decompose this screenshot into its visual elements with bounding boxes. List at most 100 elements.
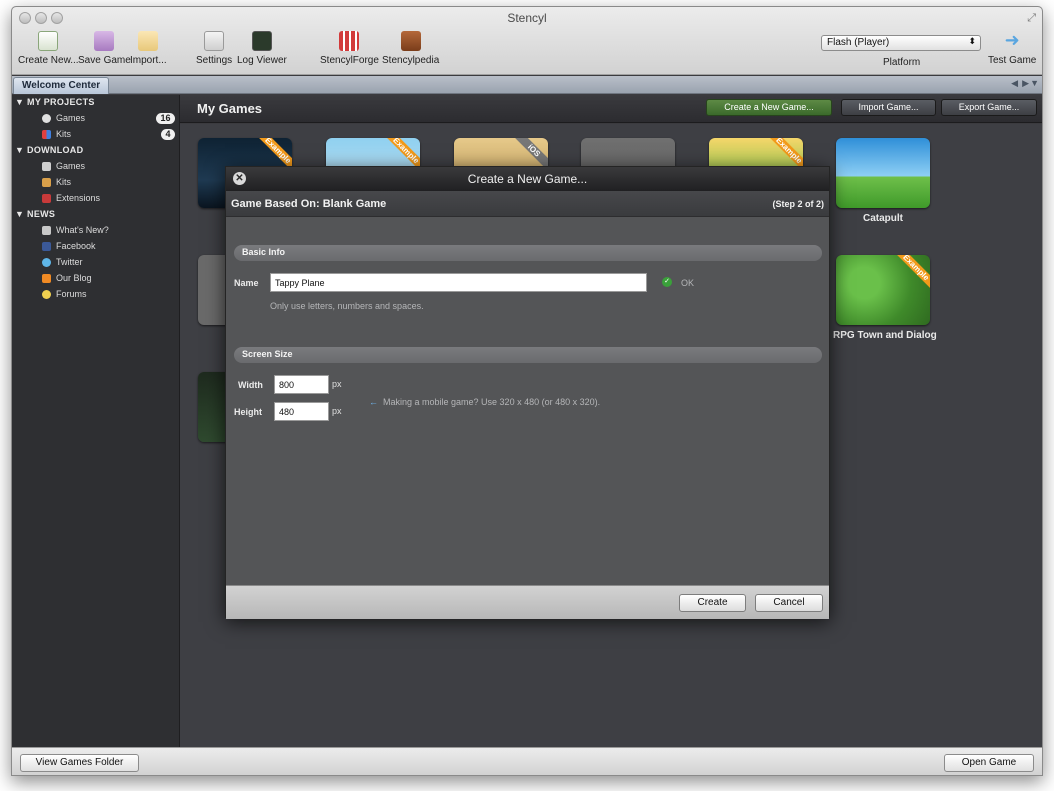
test-game-label: Test Game [988,55,1037,66]
create-new-label: Create New... [18,55,79,66]
kits-count-badge: 4 [161,129,175,140]
page-title: My Games [197,101,263,116]
sidebar-item-kits[interactable]: Kits [42,129,71,139]
sidebar-item-facebook[interactable]: Facebook [42,241,96,251]
tab-welcome-center[interactable]: Welcome Center [13,77,110,94]
game-title: Catapult [863,213,903,224]
disk-icon [94,31,115,51]
settings-label: Settings [196,55,233,66]
book-icon [400,31,421,51]
check-icon: ✓ [662,277,672,287]
settings-button[interactable]: Settings [196,31,232,66]
new-document-icon [38,31,59,51]
height-unit: px [332,406,342,416]
kits-icon [42,129,51,139]
example-ribbon: Example [891,255,930,292]
tab-menu-icon[interactable]: ▼ [1030,78,1039,88]
height-input[interactable] [274,402,329,421]
sidebar-item-forums[interactable]: Forums [42,289,87,299]
create-button[interactable]: Create [679,594,746,612]
sidebar-item-extensions[interactable]: Extensions [42,193,100,203]
step-indicator: (Step 2 of 2) [772,199,824,209]
name-label: Name [234,278,259,288]
tab-next-icon[interactable]: ▶ [1022,78,1029,89]
sidebar-item-download-games[interactable]: Games [42,161,85,171]
sidebar-item-label: What's New? [56,225,109,235]
mobile-size-hint: Making a mobile game? Use 320 x 480 (or … [383,397,601,407]
stencylpedia-label: Stencylpedia [382,55,440,66]
sidebar-item-blog[interactable]: Our Blog [42,273,92,283]
fullscreen-icon[interactable]: ⤢ [1027,12,1036,25]
section-label: DOWNLOAD [27,145,84,155]
sidebar-section-download[interactable]: ▼ DOWNLOAD [15,145,83,155]
sidebar-item-whats-new[interactable]: What's New? [42,225,109,235]
platform-select[interactable]: Flash (Player) ⬍ [821,35,981,51]
sidebar-section-news[interactable]: ▼ NEWS [15,209,55,219]
import-icon [138,31,159,51]
sidebar-item-label: Kits [56,129,72,139]
sidebar-item-twitter[interactable]: Twitter [42,257,83,267]
rss-icon [42,273,51,283]
section-label: Screen Size [242,349,293,359]
import-label: Import... [130,55,167,66]
dialog-titlebar: ✕ Create a New Game... [226,167,829,191]
game-card-catapult[interactable]: Catapult [833,138,933,224]
height-label: Height [234,407,262,417]
monitor-icon [251,31,272,51]
tab-prev-icon[interactable]: ◀ [1011,78,1018,89]
save-game-button[interactable]: Save Game [78,31,131,66]
platform-value: Flash (Player) [827,37,890,48]
games-count-badge: 16 [156,113,175,124]
stencylforge-button[interactable]: StencylForge [320,31,379,66]
toolbox-icon [42,193,51,203]
open-game-button[interactable]: Open Game [944,754,1034,772]
log-viewer-label: Log Viewer [237,55,287,66]
sidebar-item-label: Twitter [56,257,83,267]
sidebar-item-download-kits[interactable]: Kits [42,177,71,187]
sidebar-item-games[interactable]: Games [42,113,85,123]
games-icon [42,113,51,123]
sidebar-section-my-projects[interactable]: ▼ MY PROJECTS [15,97,95,107]
title-toolbar: Stencyl ⤢ Create New... Save Game Import… [12,7,1042,75]
width-input[interactable] [274,375,329,394]
sidebar-item-label: Facebook [56,241,96,251]
basic-info-section: Basic Info [234,245,822,261]
box-icon [42,177,51,187]
view-games-folder-button[interactable]: View Games Folder [20,754,139,772]
main-header: My Games Create a New Game... Import Gam… [180,95,1042,123]
game-thumbnail: Example [836,255,930,325]
section-label: NEWS [27,209,56,219]
width-label: Width [238,380,263,390]
create-new-game-button[interactable]: Create a New Game... [706,99,832,116]
dialog-subheader: Game Based On: Blank Game (Step 2 of 2) [226,191,829,217]
save-game-label: Save Game [78,55,131,66]
store-icon [339,31,360,51]
import-button[interactable]: Import... [130,31,167,66]
facebook-icon [42,241,51,251]
sidebar-item-label: Games [56,113,86,123]
chat-bubble-icon [42,289,51,299]
rocket-icon [42,225,51,235]
arrow-right-icon: ➜ [1004,30,1020,50]
stencylpedia-button[interactable]: Stencylpedia [382,31,439,66]
stencylforge-label: StencylForge [320,55,379,66]
name-hint: Only use letters, numbers and spaces. [270,301,424,311]
sidebar-item-label: Forums [56,289,87,299]
game-thumbnail [836,138,930,208]
dialog-title: Create a New Game... [467,172,588,186]
log-viewer-button[interactable]: Log Viewer [237,31,287,66]
stencyl-window: Stencyl ⤢ Create New... Save Game Import… [11,6,1043,776]
cancel-button[interactable]: Cancel [755,594,823,612]
import-game-button[interactable]: Import Game... [841,99,936,116]
name-input[interactable] [270,273,647,292]
test-game-button[interactable]: ➜ Test Game [988,31,1036,66]
export-game-button[interactable]: Export Game... [941,99,1037,116]
create-new-button[interactable]: Create New... [18,31,79,66]
sidebar-item-label: Games [56,161,86,171]
game-card-rpg-town[interactable]: Example RPG Town and Dialog [833,255,937,341]
screen-size-section: Screen Size [234,347,822,363]
sidebar: ▼ MY PROJECTS Games 16 Kits 4 ▼ DOWNLOAD… [12,95,180,747]
arrow-left-icon: ← [369,397,378,407]
tab-bar: Welcome Center ◀ ▶ ▼ [12,76,1042,94]
game-title: RPG Town and Dialog [833,330,937,341]
